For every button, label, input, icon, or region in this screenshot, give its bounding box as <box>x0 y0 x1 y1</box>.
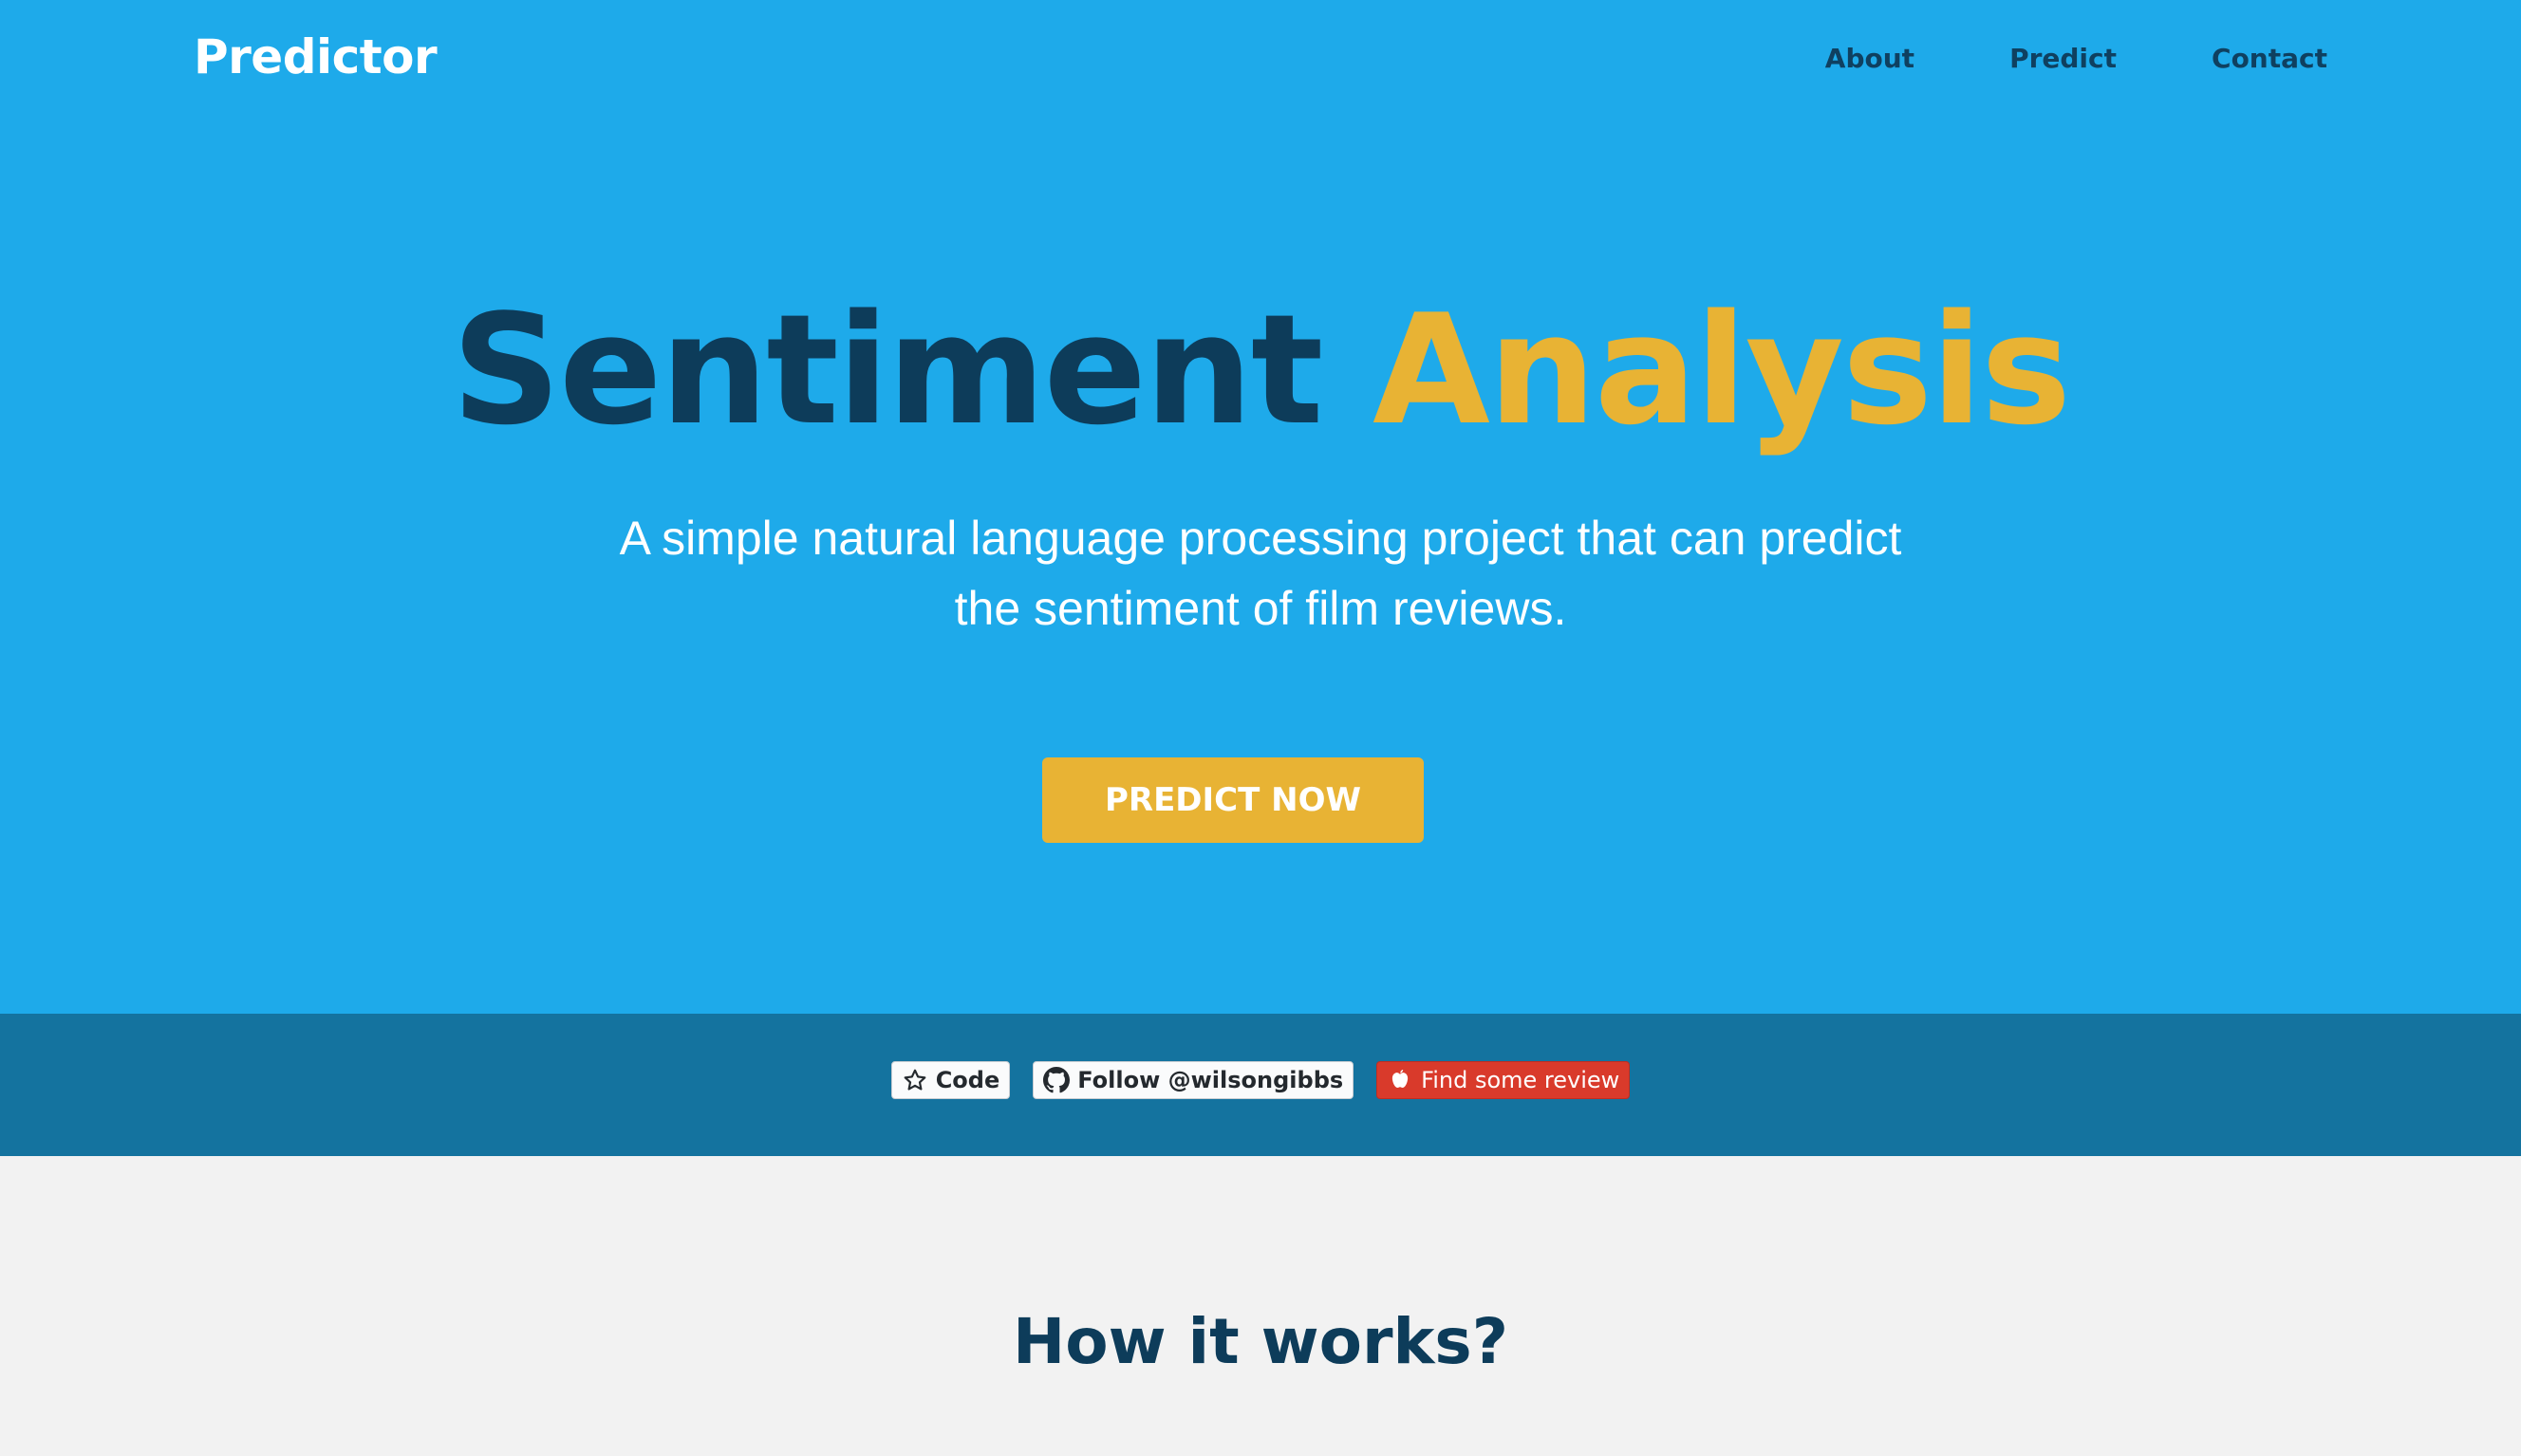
star-icon <box>902 1067 928 1093</box>
nav-links: About Predict Contact <box>1778 40 2327 78</box>
find-review-button[interactable]: Find some review <box>1376 1061 1631 1099</box>
hero-section: Predictor About Predict Contact Sentimen… <box>0 0 2521 1014</box>
badge-list: Code Follow @wilsongibbs Find some revie… <box>0 1061 2521 1099</box>
nav-link-about[interactable]: About <box>1778 40 1962 78</box>
hero-title: Sentiment Analysis <box>0 275 2521 465</box>
github-follow-button[interactable]: Follow @wilsongibbs <box>1033 1061 1354 1099</box>
how-it-works-section: How it works? <box>0 1156 2521 1456</box>
find-review-label: Find some review <box>1421 1067 1620 1093</box>
how-it-works-title: How it works? <box>1012 1305 1508 1378</box>
badge-bar: Code Follow @wilsongibbs Find some revie… <box>0 1014 2521 1156</box>
hero-title-part2: Analysis <box>1373 281 2071 458</box>
hero-subtitle-line1: A simple natural language processing pro… <box>619 512 1902 565</box>
hero-subtitle: A simple natural language processing pro… <box>596 503 1925 644</box>
nav-link-predict[interactable]: Predict <box>1962 40 2164 78</box>
predict-now-button[interactable]: PREDICT NOW <box>1042 757 1424 843</box>
hero-title-part1: Sentiment <box>451 281 1324 458</box>
github-follow-label: Follow @wilsongibbs <box>1077 1067 1344 1093</box>
apple-icon <box>1387 1067 1413 1093</box>
code-star-button[interactable]: Code <box>890 1061 1011 1099</box>
navbar: Predictor About Predict Contact <box>0 0 2521 118</box>
brand-logo[interactable]: Predictor <box>194 27 438 87</box>
hero-subtitle-line2: the sentiment of film reviews. <box>954 582 1567 635</box>
code-star-label: Code <box>935 1067 1000 1093</box>
github-icon <box>1043 1067 1071 1093</box>
nav-link-contact[interactable]: Contact <box>2164 40 2327 78</box>
